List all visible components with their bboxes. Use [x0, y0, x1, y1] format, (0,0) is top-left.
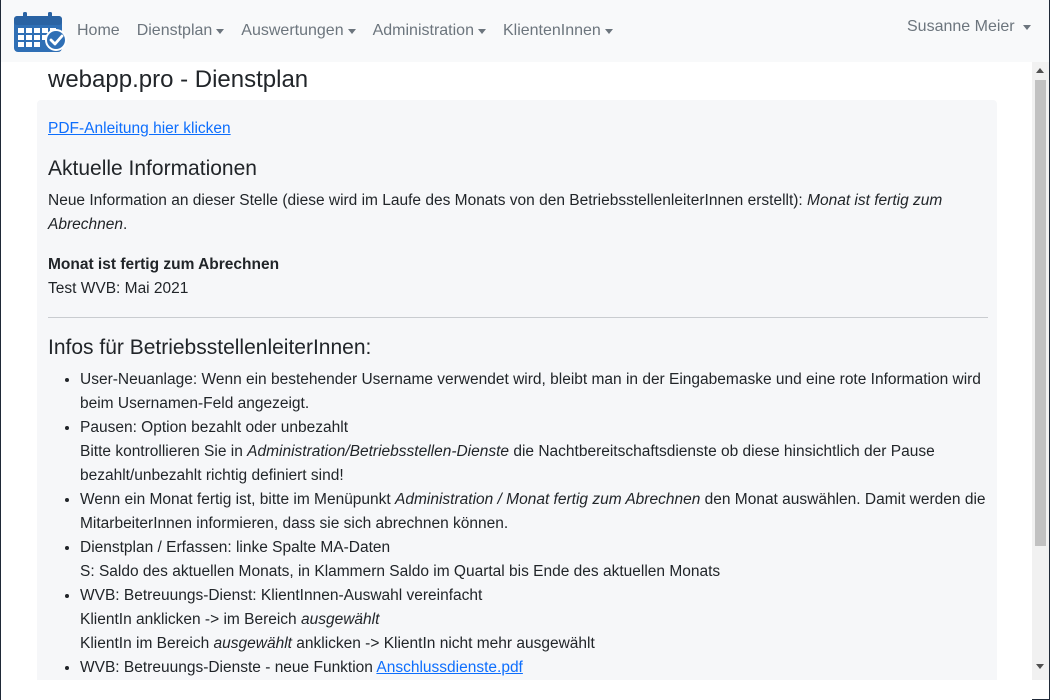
- caret-down-icon: [216, 28, 225, 34]
- nav-auswertungen-label: Auswertungen: [241, 22, 344, 39]
- scroll-down-arrow-icon[interactable]: [1036, 664, 1044, 669]
- list-item: Wenn ein Monat fertig ist, bitte im Menü…: [80, 488, 988, 536]
- navbar: Home Dienstplan Auswertungen Administrat…: [1, 0, 1049, 62]
- pdf-manual-link[interactable]: PDF-Anleitung hier klicken: [48, 117, 231, 141]
- list-item-text: Wenn ein Monat fertig ist, bitte im Menü…: [80, 491, 396, 508]
- list-item-text: Dienstplan / Erfassen: linke Spalte MA-D…: [80, 539, 391, 556]
- user-name: Susanne Meier: [907, 18, 1015, 35]
- anschlussdienste-pdf-link[interactable]: Anschlussdienste.pdf: [376, 659, 522, 676]
- user-menu-dropdown[interactable]: Susanne Meier: [907, 15, 1031, 39]
- list-item-text: S: Saldo des aktuellen Monats, in Klamme…: [80, 563, 721, 580]
- nav-dienstplan-label: Dienstplan: [136, 22, 213, 39]
- nav-klienteninnen-dropdown[interactable]: KlientenInnen: [503, 19, 613, 43]
- list-item: WVB: Betreuungs-Dienste - neue Funktion …: [80, 656, 988, 680]
- list-item-text: WVB: Betreuungs-Dienste - neue Funktion: [80, 659, 377, 676]
- news-intro: Neue Information an dieser Stelle (diese…: [48, 189, 988, 237]
- caret-down-icon: [1022, 24, 1031, 30]
- vertical-scrollbar[interactable]: [1032, 62, 1049, 680]
- news-item-text: Test WVB: Mai 2021: [48, 280, 189, 297]
- caret-down-icon: [604, 28, 613, 34]
- list-item: Pausen: Option bezahlt oder unbezahlt Bi…: [80, 416, 988, 488]
- caret-down-icon: [347, 28, 356, 34]
- window-bottom-edge: [1, 680, 1032, 700]
- nav-home-label: Home: [77, 22, 120, 39]
- list-item: WVB: Betreuungs-Dienst: KlientInnen-Ausw…: [80, 584, 988, 656]
- nav-dienstplan-dropdown[interactable]: Dienstplan: [137, 19, 225, 43]
- page-title: webapp.pro - Dienstplan: [48, 66, 309, 93]
- infos-heading: Infos für BetriebsstellenleiterInnen:: [48, 336, 372, 359]
- list-item-text: Pausen: Option bezahlt oder unbezahlt: [80, 419, 348, 436]
- caret-down-icon: [477, 28, 486, 34]
- list-item-text: WVB: Betreuungs-Dienst: KlientInnen-Ausw…: [80, 587, 483, 604]
- list-item-text: anklicken -> KlientIn nicht mehr ausgewä…: [291, 635, 595, 652]
- infos-list: User-Neuanlage: Wenn ein bestehender Use…: [48, 368, 988, 680]
- main-content: PDF-Anleitung hier klicken Aktuelle Info…: [48, 117, 988, 680]
- list-item-emphasis: Administration / Monat fertig zum Abrech…: [395, 491, 701, 508]
- list-item-text: KlientIn anklicken -> im Bereich: [80, 611, 301, 628]
- list-item: Dienstplan / Erfassen: linke Spalte MA-D…: [80, 536, 988, 584]
- news-intro-end: .: [122, 216, 128, 233]
- nav-klienteninnen-label: KlientenInnen: [502, 22, 601, 39]
- list-item-text: Bitte kontrollieren Sie in: [80, 443, 248, 460]
- nav-auswertungen-dropdown[interactable]: Auswertungen: [241, 19, 356, 43]
- nav-home[interactable]: Home: [77, 19, 120, 43]
- list-item-emphasis: Administration/Betriebsstellen-Dienste: [247, 443, 510, 460]
- list-item: User-Neuanlage: Wenn ein bestehender Use…: [80, 368, 988, 416]
- nav-administration-dropdown[interactable]: Administration: [373, 19, 486, 43]
- calendar-check-icon[interactable]: [12, 11, 70, 53]
- list-item-emphasis: ausgewählt: [300, 611, 380, 628]
- scroll-up-arrow-icon[interactable]: [1036, 68, 1044, 73]
- main-menu: Home Dienstplan Auswertungen Administrat…: [77, 19, 630, 43]
- section-divider: [48, 317, 988, 318]
- news-item: Monat ist fertig zum Abrechnen Test WVB:…: [48, 253, 988, 301]
- news-heading: Aktuelle Informationen: [48, 157, 257, 180]
- scrollbar-thumb[interactable]: [1035, 80, 1046, 546]
- nav-administration-label: Administration: [372, 22, 474, 39]
- news-intro-text: Neue Information an dieser Stelle (diese…: [48, 192, 808, 209]
- news-item-title: Monat ist fertig zum Abrechnen: [48, 256, 280, 273]
- list-item-emphasis: ausgewählt: [213, 635, 292, 652]
- list-item-text: User-Neuanlage: Wenn ein bestehender Use…: [80, 371, 981, 412]
- list-item-text: KlientIn im Bereich: [80, 635, 214, 652]
